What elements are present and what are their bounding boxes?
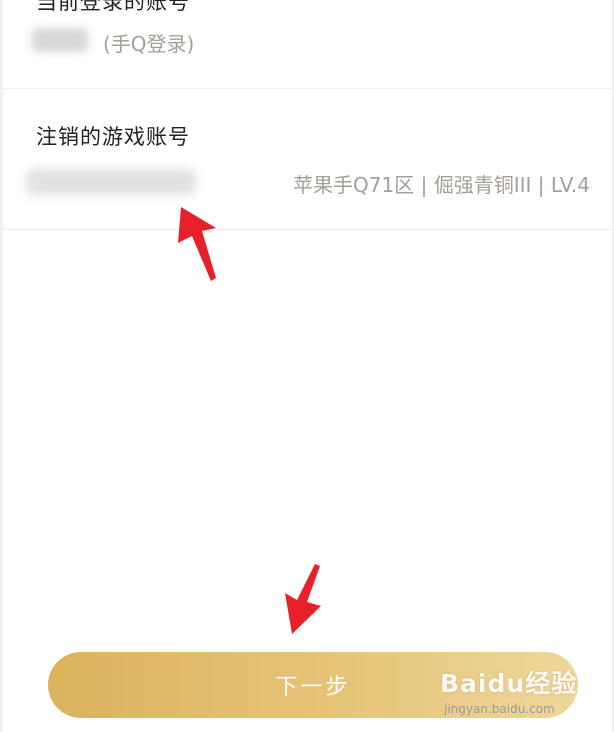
annotation-arrows [178, 207, 321, 634]
baidu-logo: Baidu经验 [440, 669, 578, 698]
red-arrow-icon [178, 207, 216, 281]
watermark-url: jingyan.baidu.com [444, 702, 555, 716]
red-arrow-icon [285, 564, 321, 634]
account-cancellation-screen: 当前登录的账号 (手Q登录) 注销的游戏账号 苹果手Q71区 | 倔强青铜III… [0, 0, 614, 732]
baidu-jingyan-watermark: Baidu经验 jingyan.baidu.com [440, 664, 580, 722]
